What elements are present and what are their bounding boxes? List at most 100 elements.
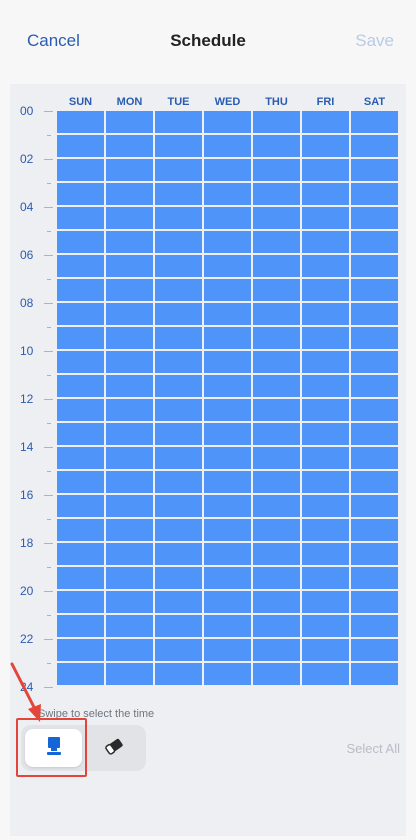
- time-slot-cell[interactable]: [106, 543, 153, 565]
- time-slot-cell[interactable]: [253, 567, 300, 589]
- time-slot-cell[interactable]: [155, 567, 202, 589]
- time-slot-cell[interactable]: [57, 591, 104, 613]
- time-slot-cell[interactable]: [204, 303, 251, 325]
- time-slot-cell[interactable]: [351, 183, 398, 205]
- time-slot-cell[interactable]: [253, 495, 300, 517]
- time-slot-cell[interactable]: [57, 615, 104, 637]
- time-slot-cell[interactable]: [351, 471, 398, 493]
- time-slot-cell[interactable]: [155, 111, 202, 133]
- time-slot-cell[interactable]: [204, 639, 251, 661]
- time-slot-cell[interactable]: [155, 639, 202, 661]
- time-slot-cell[interactable]: [106, 111, 153, 133]
- time-slot-cell[interactable]: [351, 519, 398, 541]
- time-slot-cell[interactable]: [155, 159, 202, 181]
- time-slot-cell[interactable]: [57, 543, 104, 565]
- time-slot-cell[interactable]: [302, 423, 349, 445]
- time-slot-cell[interactable]: [106, 303, 153, 325]
- time-slot-cell[interactable]: [204, 495, 251, 517]
- time-slot-cell[interactable]: [57, 447, 104, 469]
- time-slot-cell[interactable]: [155, 495, 202, 517]
- time-slot-cell[interactable]: [204, 351, 251, 373]
- time-slot-cell[interactable]: [302, 327, 349, 349]
- day-header-fri[interactable]: FRI: [302, 96, 349, 108]
- time-slot-cell[interactable]: [302, 495, 349, 517]
- time-slot-cell[interactable]: [351, 495, 398, 517]
- time-slot-cell[interactable]: [106, 231, 153, 253]
- time-slot-cell[interactable]: [302, 183, 349, 205]
- time-slot-cell[interactable]: [204, 447, 251, 469]
- time-slot-cell[interactable]: [57, 375, 104, 397]
- time-slot-cell[interactable]: [302, 663, 349, 685]
- time-slot-cell[interactable]: [351, 591, 398, 613]
- time-slot-cell[interactable]: [351, 543, 398, 565]
- schedule-grid[interactable]: [57, 111, 400, 687]
- time-slot-cell[interactable]: [106, 471, 153, 493]
- time-slot-cell[interactable]: [351, 207, 398, 229]
- time-slot-cell[interactable]: [155, 471, 202, 493]
- time-slot-cell[interactable]: [302, 591, 349, 613]
- time-slot-cell[interactable]: [302, 471, 349, 493]
- time-slot-cell[interactable]: [57, 471, 104, 493]
- time-slot-cell[interactable]: [351, 135, 398, 157]
- time-slot-cell[interactable]: [57, 351, 104, 373]
- time-slot-cell[interactable]: [57, 159, 104, 181]
- time-slot-cell[interactable]: [302, 255, 349, 277]
- day-header-mon[interactable]: MON: [106, 96, 153, 108]
- time-slot-cell[interactable]: [253, 375, 300, 397]
- time-slot-cell[interactable]: [351, 159, 398, 181]
- time-slot-cell[interactable]: [302, 351, 349, 373]
- time-slot-cell[interactable]: [204, 111, 251, 133]
- time-slot-cell[interactable]: [106, 615, 153, 637]
- time-slot-cell[interactable]: [57, 135, 104, 157]
- time-slot-cell[interactable]: [351, 639, 398, 661]
- time-slot-cell[interactable]: [302, 543, 349, 565]
- time-slot-cell[interactable]: [253, 135, 300, 157]
- time-slot-cell[interactable]: [57, 279, 104, 301]
- time-slot-cell[interactable]: [106, 423, 153, 445]
- time-slot-cell[interactable]: [106, 207, 153, 229]
- time-slot-cell[interactable]: [253, 543, 300, 565]
- time-slot-cell[interactable]: [253, 279, 300, 301]
- time-slot-cell[interactable]: [106, 639, 153, 661]
- time-slot-cell[interactable]: [106, 567, 153, 589]
- time-slot-cell[interactable]: [57, 231, 104, 253]
- time-slot-cell[interactable]: [155, 231, 202, 253]
- day-header-tue[interactable]: TUE: [155, 96, 202, 108]
- time-slot-cell[interactable]: [57, 567, 104, 589]
- time-slot-cell[interactable]: [155, 135, 202, 157]
- time-slot-cell[interactable]: [253, 159, 300, 181]
- time-slot-cell[interactable]: [351, 375, 398, 397]
- time-slot-cell[interactable]: [57, 423, 104, 445]
- time-slot-cell[interactable]: [204, 159, 251, 181]
- time-slot-cell[interactable]: [351, 231, 398, 253]
- time-slot-cell[interactable]: [106, 135, 153, 157]
- time-slot-cell[interactable]: [155, 663, 202, 685]
- time-slot-cell[interactable]: [302, 159, 349, 181]
- time-slot-cell[interactable]: [155, 351, 202, 373]
- time-slot-cell[interactable]: [106, 327, 153, 349]
- time-slot-cell[interactable]: [106, 495, 153, 517]
- time-slot-cell[interactable]: [106, 663, 153, 685]
- time-slot-cell[interactable]: [57, 639, 104, 661]
- time-slot-cell[interactable]: [155, 303, 202, 325]
- time-slot-cell[interactable]: [204, 663, 251, 685]
- time-slot-cell[interactable]: [302, 303, 349, 325]
- time-slot-cell[interactable]: [57, 255, 104, 277]
- time-slot-cell[interactable]: [253, 351, 300, 373]
- time-slot-cell[interactable]: [204, 591, 251, 613]
- time-slot-cell[interactable]: [106, 447, 153, 469]
- time-slot-cell[interactable]: [106, 591, 153, 613]
- time-slot-cell[interactable]: [302, 111, 349, 133]
- time-slot-cell[interactable]: [253, 423, 300, 445]
- time-slot-cell[interactable]: [204, 255, 251, 277]
- time-slot-cell[interactable]: [155, 279, 202, 301]
- day-header-thu[interactable]: THU: [253, 96, 300, 108]
- time-slot-cell[interactable]: [155, 207, 202, 229]
- time-slot-cell[interactable]: [57, 519, 104, 541]
- time-slot-cell[interactable]: [302, 135, 349, 157]
- time-slot-cell[interactable]: [302, 639, 349, 661]
- time-slot-cell[interactable]: [106, 375, 153, 397]
- time-slot-cell[interactable]: [253, 639, 300, 661]
- time-slot-cell[interactable]: [351, 447, 398, 469]
- time-slot-cell[interactable]: [253, 471, 300, 493]
